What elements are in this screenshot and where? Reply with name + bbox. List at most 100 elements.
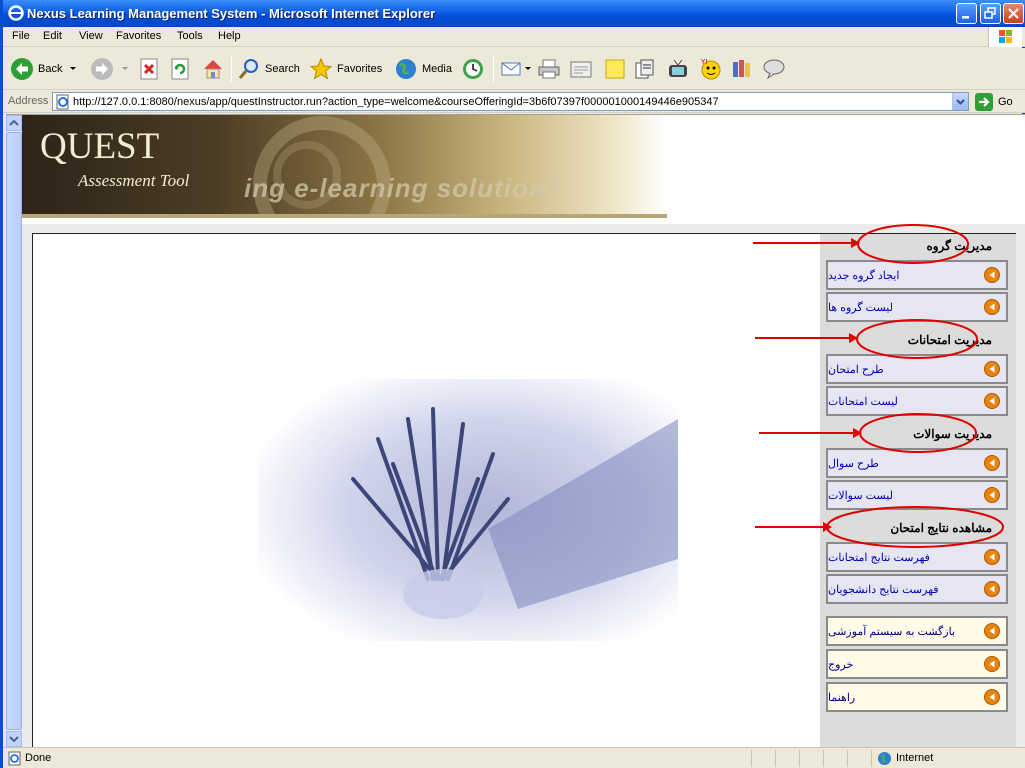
- vertical-scrollbar[interactable]: [6, 115, 22, 747]
- media-label: Media: [422, 63, 452, 75]
- back-button[interactable]: Back: [10, 56, 79, 82]
- history-button[interactable]: [461, 56, 485, 82]
- speech-bubble-icon: [763, 59, 785, 80]
- close-button[interactable]: [1003, 3, 1024, 24]
- home-icon: [204, 60, 222, 79]
- print-button[interactable]: [537, 56, 561, 82]
- printer-icon: [538, 59, 560, 79]
- menu-file[interactable]: File: [12, 30, 30, 42]
- address-label: Address: [8, 95, 49, 107]
- messenger-button[interactable]: [666, 56, 690, 82]
- title-bar: Nexus Learning Management System - Micro…: [3, 0, 1025, 27]
- scroll-up-button[interactable]: [6, 115, 22, 131]
- arrow-left-icon: [984, 361, 1000, 377]
- refresh-button[interactable]: [169, 56, 193, 82]
- menu-item-group-list[interactable]: لیست گروه ها: [826, 292, 1008, 322]
- minimize-button[interactable]: [956, 3, 977, 24]
- content-frame: مدیریت گروه ایجاد گروه جدید لیست گروه ها…: [32, 233, 1016, 754]
- go-label: Go: [998, 95, 1013, 108]
- menu-help[interactable]: Help: [218, 30, 241, 42]
- forward-button[interactable]: [90, 56, 131, 82]
- menu-item-label: بازگشت به سیستم آموزشی: [828, 625, 956, 638]
- status-panel: [751, 750, 752, 767]
- web-page: QUEST Assessment Tool ing e-learning sol…: [22, 115, 1025, 754]
- menu-item-exit[interactable]: خروج: [826, 649, 1008, 679]
- edit-page-icon: [570, 61, 592, 78]
- chevron-down-icon: [956, 99, 965, 105]
- quest-logo-text: QUEST: [40, 126, 160, 167]
- page-viewport[interactable]: QUEST Assessment Tool ing e-learning sol…: [6, 114, 1025, 754]
- chevron-up-icon: [9, 119, 19, 126]
- refresh-icon: [171, 58, 189, 80]
- search-label: Search: [265, 63, 300, 75]
- yahoo-button[interactable]: Y!: [699, 56, 723, 82]
- arrow-left-icon: [984, 299, 1000, 315]
- menu-item-label: فهرست نتایج دانشجویان: [828, 583, 939, 596]
- menu-item-label: ایجاد گروه جدید: [828, 269, 900, 282]
- stop-button[interactable]: [138, 56, 162, 82]
- menu-item-question-list[interactable]: لیست سوالات: [826, 480, 1008, 510]
- page-icon: [56, 94, 69, 110]
- address-dropdown-button[interactable]: [952, 93, 968, 110]
- status-panel: [775, 750, 776, 767]
- chat-button[interactable]: [762, 56, 786, 82]
- menu-item-back-to-system[interactable]: بازگشت به سیستم آموزشی: [826, 616, 1008, 646]
- menu-item-label: طرح امتحان: [828, 363, 884, 376]
- internet-globe-icon: [878, 752, 891, 765]
- security-zone-text: Internet: [896, 752, 934, 764]
- arrow-left-icon: [984, 623, 1000, 639]
- media-button[interactable]: Media: [394, 56, 452, 82]
- menu-item-design-question[interactable]: طرح سوال: [826, 448, 1008, 478]
- menu-view[interactable]: View: [79, 30, 103, 42]
- favorites-label: Favorites: [337, 63, 383, 75]
- research-button[interactable]: [633, 56, 657, 82]
- restore-button[interactable]: [980, 3, 1001, 24]
- status-bar: Done Internet: [3, 747, 1025, 768]
- go-arrow-icon: [975, 92, 993, 111]
- arrow-left-icon: [984, 689, 1000, 705]
- menu-edit[interactable]: Edit: [43, 30, 62, 42]
- menu-item-label: طرح سوال: [828, 457, 879, 470]
- favorites-button[interactable]: Favorites: [309, 56, 382, 82]
- menu-favorites[interactable]: Favorites: [116, 30, 161, 42]
- discuss-button[interactable]: [730, 56, 754, 82]
- menu-item-student-results-list[interactable]: فهرست نتایج دانشجویان: [826, 574, 1008, 604]
- menu-heading-exam-management: مدیریت امتحانات: [907, 333, 992, 347]
- status-panel: [823, 750, 824, 767]
- banner-tagline: ing e-learning solutions: [244, 173, 562, 203]
- menu-item-design-exam[interactable]: طرح امتحان: [826, 354, 1008, 384]
- back-arrow-icon: [11, 58, 33, 80]
- menu-tools[interactable]: Tools: [177, 30, 203, 42]
- menu-item-help[interactable]: راهنما: [826, 682, 1008, 712]
- menu-heading-view-results: مشاهده نتایج امتحان: [890, 521, 992, 535]
- search-button[interactable]: Search: [237, 56, 300, 82]
- menu-item-label: فهرست نتایج امتحانات: [828, 551, 930, 564]
- menu-item-exam-results-list[interactable]: فهرست نتایج امتحانات: [826, 542, 1008, 572]
- home-button[interactable]: [201, 56, 225, 82]
- address-input[interactable]: http://127.0.0.1:8080/nexus/app/questIns…: [52, 92, 969, 111]
- chevron-down-icon[interactable]: [67, 65, 79, 73]
- back-label: Back: [38, 63, 63, 75]
- browser-window: Nexus Learning Management System - Micro…: [0, 0, 1025, 768]
- notes-button[interactable]: [603, 56, 627, 82]
- chevron-down-icon[interactable]: [119, 65, 131, 73]
- menu-bar: File Edit View Favorites Tools Help: [3, 27, 1025, 47]
- status-panel: [847, 750, 848, 767]
- status-panel: [799, 750, 800, 767]
- chevron-down-icon[interactable]: [524, 65, 532, 73]
- go-button[interactable]: Go: [975, 92, 1013, 111]
- scroll-down-button[interactable]: [6, 731, 22, 747]
- scroll-thumb[interactable]: [6, 132, 22, 730]
- restore-icon: [984, 7, 996, 19]
- mail-button[interactable]: [500, 56, 532, 82]
- menu-item-exam-list[interactable]: لیست امتحانات: [826, 386, 1008, 416]
- menu-item-label: خروج: [828, 658, 854, 671]
- menu-item-create-group[interactable]: ایجاد گروه جدید: [826, 260, 1008, 290]
- quest-banner: QUEST Assessment Tool ing e-learning sol…: [22, 115, 667, 215]
- address-url: http://127.0.0.1:8080/nexus/app/questIns…: [73, 96, 719, 108]
- edit-button[interactable]: [569, 56, 593, 82]
- toolbar-separator: [231, 56, 232, 82]
- assessment-tool-text: Assessment Tool: [78, 171, 190, 190]
- arrow-left-icon: [984, 267, 1000, 283]
- star-icon: [309, 57, 333, 80]
